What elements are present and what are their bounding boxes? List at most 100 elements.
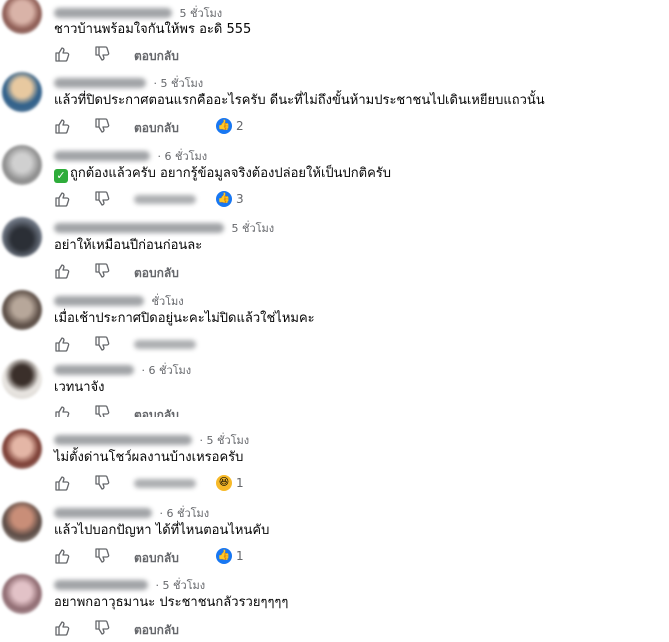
- thumbs-down-icon[interactable]: [94, 118, 110, 134]
- comment-text: อยาพกอาวุธมานะ ประชาชนกลัวรวยๆๆๆๆ: [54, 595, 289, 610]
- comment-item: · 6 ชั่วโมง ✓ ถูกต้องแล้วครับ อยากรู้ข้อม…: [0, 143, 669, 213]
- thumbs-down-icon[interactable]: [94, 46, 110, 62]
- comment-text: แล้วไปบอกปัญหา ได้ที่ไหนตอนไหนคับ: [54, 523, 270, 538]
- like-reaction-icon: 👍: [216, 118, 232, 134]
- avatar[interactable]: [2, 359, 42, 399]
- avatar[interactable]: [2, 574, 42, 614]
- thumbs-down-icon[interactable]: [94, 475, 110, 491]
- timestamp[interactable]: · 5 ชั่วโมง: [200, 431, 250, 449]
- commenter-name[interactable]: [54, 296, 144, 306]
- timestamp[interactable]: · 6 ชั่วโมง: [160, 504, 210, 522]
- reply-button[interactable]: ตอบกลับ: [134, 549, 179, 568]
- reply-button[interactable]: ตอบกลับ: [134, 264, 179, 283]
- reaction-summary[interactable]: 😆 1: [216, 475, 244, 491]
- thumbs-down-icon[interactable]: [94, 405, 110, 417]
- thumbs-up-icon[interactable]: [54, 336, 70, 352]
- timestamp[interactable]: ชั่วโมง: [152, 292, 184, 310]
- comment-meta: · 6 ชั่วโมง: [54, 147, 207, 163]
- comment-text: แล้วที่ปิดประกาศตอนแรกคืออะไรครับ ดีนะที…: [54, 93, 545, 108]
- check-mark-icon: ✓: [54, 169, 68, 183]
- reply-button[interactable]: [134, 479, 196, 488]
- thumbs-up-icon[interactable]: [54, 620, 70, 636]
- reaction-count: 3: [236, 192, 244, 206]
- comment-text: ชาวบ้านพร้อมใจกันให้พร อะดิ 555: [54, 22, 252, 37]
- commenter-name[interactable]: [54, 151, 150, 161]
- thumbs-down-icon[interactable]: [94, 620, 110, 636]
- thumbs-down-icon[interactable]: [94, 263, 110, 279]
- reply-button[interactable]: ตอบกลับ: [134, 621, 179, 640]
- thumbs-up-icon[interactable]: [54, 263, 70, 279]
- thumbs-down-icon[interactable]: [94, 191, 110, 207]
- comment-item: ชั่วโมง เมื่อเช้าประกาศปิดอยู่นะคะไม่ปิด…: [0, 288, 669, 358]
- reaction-summary[interactable]: 👍 2: [216, 118, 244, 134]
- comment-text: ✓ ถูกต้องแล้วครับ อยากรู้ข้อมูลจริงต้องปล…: [54, 165, 391, 183]
- comment-meta: · 5 ชั่วโมง: [54, 74, 203, 90]
- comment-actions: ตอบกลับ: [54, 46, 354, 64]
- commenter-name[interactable]: [54, 78, 146, 88]
- comment-text: เมื่อเช้าประกาศปิดอยู่นะคะไม่ปิดแล้วใช่ไ…: [54, 311, 315, 326]
- avatar[interactable]: [2, 429, 42, 469]
- like-reaction-icon: 👍: [216, 548, 232, 564]
- timestamp[interactable]: 5 ชั่วโมง: [232, 219, 275, 237]
- commenter-name[interactable]: [54, 580, 148, 590]
- comment-meta: 5 ชั่วโมง: [54, 4, 222, 20]
- comment-meta: · 6 ชั่วโมง: [54, 361, 191, 377]
- comment-text: ไม่ตั้งด่านโชว์ผลงานบ้างเหรอครับ: [54, 450, 244, 465]
- thumbs-up-icon[interactable]: [54, 475, 70, 491]
- thumbs-up-icon[interactable]: [54, 405, 70, 417]
- timestamp[interactable]: · 6 ชั่วโมง: [142, 361, 192, 379]
- commenter-name[interactable]: [54, 435, 192, 445]
- reaction-summary[interactable]: 👍 3: [216, 191, 244, 207]
- reaction-count: 1: [236, 549, 244, 563]
- thumbs-up-icon[interactable]: [54, 118, 70, 134]
- avatar[interactable]: [2, 0, 42, 34]
- commenter-name[interactable]: [54, 8, 172, 18]
- commenter-name[interactable]: [54, 223, 224, 233]
- timestamp[interactable]: · 5 ชั่วโมง: [154, 74, 204, 92]
- comment-item: 5 ชั่วโมง ชาวบ้านพร้อมใจกันให้พร อะดิ 55…: [0, 0, 669, 70]
- comment-actions: ตอบกลับ 👍 2: [54, 118, 354, 136]
- comment-item: · 6 ชั่วโมง แล้วไปบอกปัญหา ได้ที่ไหนตอนไ…: [0, 500, 669, 570]
- comment-actions: ตอบกลับ: [54, 620, 354, 638]
- comment-actions: ตอบกลับ: [54, 405, 354, 417]
- thumbs-down-icon[interactable]: [94, 336, 110, 352]
- comment-meta: 5 ชั่วโมง: [54, 219, 274, 235]
- reaction-summary[interactable]: 👍 1: [216, 548, 244, 564]
- comment-meta: · 5 ชั่วโมง: [54, 431, 249, 447]
- thumbs-down-icon[interactable]: [94, 548, 110, 564]
- avatar[interactable]: [2, 217, 42, 257]
- avatar[interactable]: [2, 72, 42, 112]
- comment-actions: [54, 336, 354, 354]
- avatar[interactable]: [2, 290, 42, 330]
- reply-button[interactable]: ตอบกลับ: [134, 47, 179, 66]
- thumbs-up-icon[interactable]: [54, 46, 70, 62]
- comment-text: เวทนาจัง: [54, 380, 105, 395]
- comment-meta: ชั่วโมง: [54, 292, 184, 308]
- timestamp[interactable]: · 5 ชั่วโมง: [156, 576, 206, 594]
- comment-meta: · 5 ชั่วโมง: [54, 576, 205, 592]
- timestamp[interactable]: · 6 ชั่วโมง: [158, 147, 208, 165]
- timestamp[interactable]: 5 ชั่วโมง: [180, 4, 223, 22]
- reply-button[interactable]: ตอบกลับ: [134, 406, 179, 417]
- comment-text-body: ถูกต้องแล้วครับ อยากรู้ข้อมูลจริงต้องปล่…: [70, 166, 392, 181]
- haha-reaction-icon: 😆: [216, 475, 232, 491]
- comment-meta: · 6 ชั่วโมง: [54, 504, 209, 520]
- comment-actions: 😆 1: [54, 475, 354, 493]
- avatar[interactable]: [2, 145, 42, 185]
- thumbs-up-icon[interactable]: [54, 548, 70, 564]
- reply-button[interactable]: ตอบกลับ: [134, 119, 179, 138]
- reaction-count: 1: [236, 476, 244, 490]
- comment-item: · 5 ชั่วโมง อยาพกอาวุธมานะ ประชาชนกลัวรว…: [0, 572, 669, 642]
- comment-item: 5 ชั่วโมง อย่าให้เหมือนปีก่อนก่อนละ ตอบก…: [0, 215, 669, 285]
- reply-button[interactable]: [134, 195, 196, 204]
- commenter-name[interactable]: [54, 508, 152, 518]
- comment-actions: 👍 3: [54, 191, 354, 209]
- comment-item: · 5 ชั่วโมง แล้วที่ปิดประกาศตอนแรกคืออะไ…: [0, 70, 669, 140]
- reply-button[interactable]: [134, 340, 196, 349]
- comment-actions: ตอบกลับ 👍 1: [54, 548, 354, 566]
- thumbs-up-icon[interactable]: [54, 191, 70, 207]
- avatar[interactable]: [2, 502, 42, 542]
- comment-item: · 6 ชั่วโมง เวทนาจัง ตอบกลับ: [0, 357, 669, 427]
- commenter-name[interactable]: [54, 365, 134, 375]
- like-reaction-icon: 👍: [216, 191, 232, 207]
